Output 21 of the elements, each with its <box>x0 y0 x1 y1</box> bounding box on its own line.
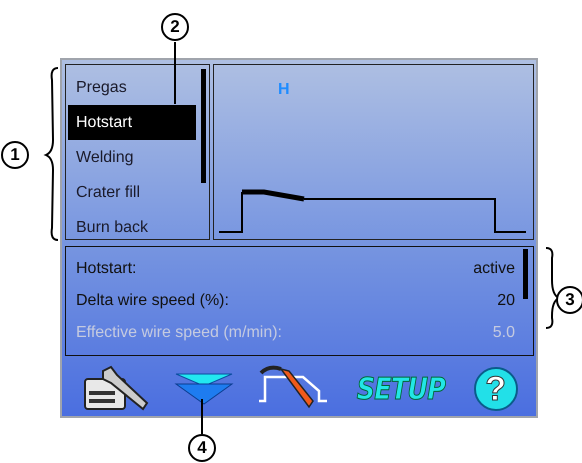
callout-number: 4 <box>188 434 216 462</box>
leader-line <box>201 399 203 434</box>
scrollbar[interactable] <box>523 249 528 299</box>
leader-line <box>174 42 176 104</box>
parameter-value: 5.0 <box>492 323 515 343</box>
callout-number: 3 <box>556 286 582 314</box>
phase-item[interactable]: Pregas <box>68 70 196 105</box>
phase-item[interactable]: Crater fill <box>68 175 196 210</box>
phase-item[interactable]: Burn back <box>68 210 196 245</box>
phase-item[interactable]: Hotstart <box>68 105 196 140</box>
callout-number: 1 <box>1 141 29 169</box>
graph-marker: H <box>278 81 290 98</box>
callout-number: 2 <box>161 13 189 41</box>
parameter-name: Effective wire speed (m/min): <box>76 323 282 343</box>
parameter-value: 20 <box>497 291 515 311</box>
parameter-name: Hotstart: <box>76 259 136 279</box>
chevron-down-icon[interactable] <box>174 372 234 406</box>
parameter-name: Delta wire speed (%): <box>76 291 229 311</box>
scrollbar[interactable] <box>201 69 206 183</box>
phase-item[interactable]: Welding <box>68 140 196 175</box>
parameter-value: active <box>473 259 515 279</box>
